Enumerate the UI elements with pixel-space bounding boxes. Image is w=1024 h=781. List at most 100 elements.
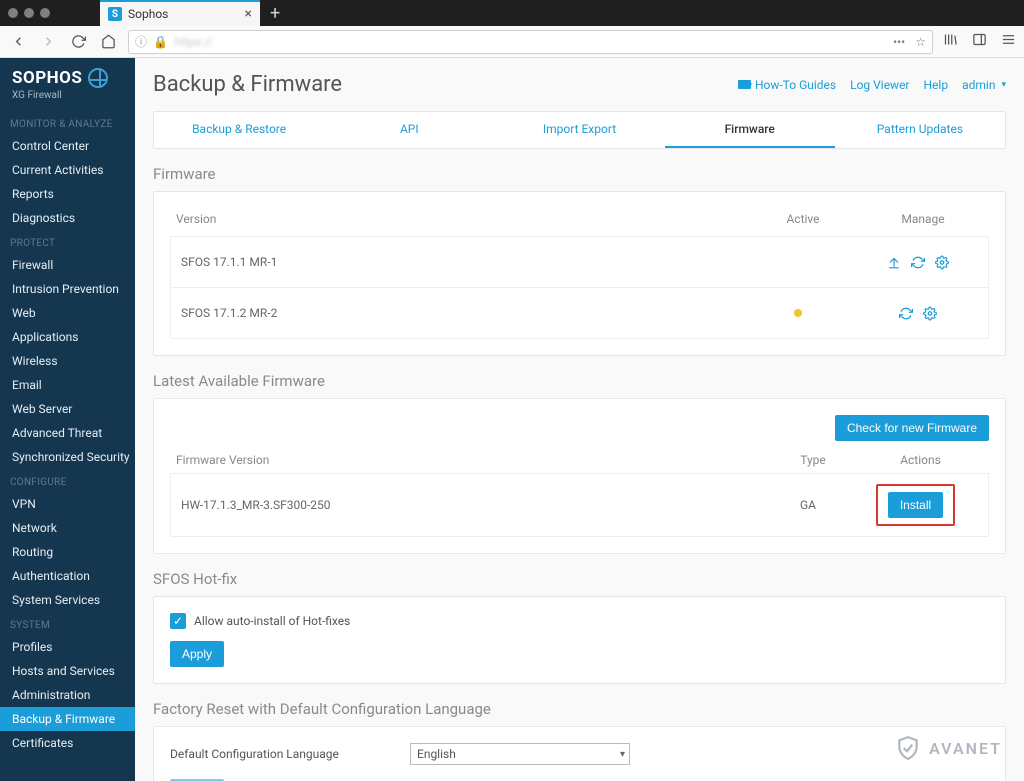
sidebar-item-administration[interactable]: Administration bbox=[0, 683, 135, 707]
url-text: https:// bbox=[174, 35, 213, 49]
menu-icon[interactable] bbox=[1001, 32, 1016, 51]
refresh-icon[interactable] bbox=[899, 306, 913, 320]
brand-text: SOPHOS bbox=[12, 68, 82, 88]
factory-label: Default Configuration Language bbox=[170, 747, 370, 761]
tab-pattern-updates[interactable]: Pattern Updates bbox=[835, 112, 1005, 148]
factory-panel: Default Configuration Language English A… bbox=[153, 726, 1006, 781]
link-howto[interactable]: How-To Guides bbox=[738, 78, 836, 92]
sidebar-item-sync-security[interactable]: Synchronized Security bbox=[0, 445, 135, 469]
sidebar-item-vpn[interactable]: VPN bbox=[0, 492, 135, 516]
col-active: Active bbox=[743, 212, 863, 226]
language-value: English bbox=[417, 747, 456, 761]
sidebar-item-wireless[interactable]: Wireless bbox=[0, 349, 135, 373]
table-row: SFOS 17.1.2 MR-2 bbox=[171, 288, 988, 338]
hotfix-apply-button[interactable]: Apply bbox=[170, 641, 224, 667]
factory-section-title: Factory Reset with Default Configuration… bbox=[153, 700, 1006, 718]
tab-import-export[interactable]: Import Export bbox=[494, 112, 664, 148]
window-max-icon[interactable] bbox=[40, 8, 50, 18]
latest-version: HW-17.1.3_MR-3.SF300-250 bbox=[181, 498, 763, 512]
window-controls[interactable] bbox=[8, 8, 50, 18]
sidebar-icon[interactable] bbox=[972, 32, 987, 51]
more-icon[interactable]: ••• bbox=[893, 35, 905, 49]
video-icon bbox=[738, 80, 751, 89]
brand-globe-icon bbox=[88, 68, 108, 88]
hotfix-panel: ✓ Allow auto-install of Hot-fixes Apply bbox=[153, 596, 1006, 684]
firmware-panel: Version Active Manage SFOS 17.1.1 MR-1 bbox=[153, 191, 1006, 356]
address-bar[interactable]: ⓘ 🔒 https:// ••• ☆ bbox=[128, 30, 933, 54]
gear-icon[interactable] bbox=[923, 306, 937, 320]
sidebar-item-routing[interactable]: Routing bbox=[0, 540, 135, 564]
brand-logo: SOPHOS bbox=[0, 58, 135, 90]
bookmark-icon[interactable]: ☆ bbox=[915, 35, 926, 49]
watermark: AVANET bbox=[895, 735, 1002, 761]
sidebar-item-certificates[interactable]: Certificates bbox=[0, 731, 135, 755]
sidebar-item-hosts-services[interactable]: Hosts and Services bbox=[0, 659, 135, 683]
sidebar-item-authentication[interactable]: Authentication bbox=[0, 564, 135, 588]
favicon-icon: S bbox=[108, 7, 122, 21]
sidebar-item-advanced-threat[interactable]: Advanced Threat bbox=[0, 421, 135, 445]
sidebar-section-configure: CONFIGURE bbox=[0, 469, 135, 492]
tab-backup-restore[interactable]: Backup & Restore bbox=[154, 112, 324, 148]
sidebar-item-firewall[interactable]: Firewall bbox=[0, 253, 135, 277]
sidebar-item-system-services[interactable]: System Services bbox=[0, 588, 135, 612]
col-actions: Actions bbox=[858, 453, 983, 467]
sidebar-section-system: SYSTEM bbox=[0, 612, 135, 635]
browser-navbar: ⓘ 🔒 https:// ••• ☆ bbox=[0, 26, 1024, 58]
sidebar-item-applications[interactable]: Applications bbox=[0, 325, 135, 349]
sidebar-item-control-center[interactable]: Control Center bbox=[0, 134, 135, 158]
install-highlight: Install bbox=[876, 484, 955, 526]
latest-section-title: Latest Available Firmware bbox=[153, 372, 1006, 390]
check-firmware-button[interactable]: Check for new Firmware bbox=[835, 415, 989, 441]
col-type: Type bbox=[768, 453, 858, 467]
col-fw-version: Firmware Version bbox=[176, 453, 768, 467]
sidebar-item-reports[interactable]: Reports bbox=[0, 182, 135, 206]
forward-icon[interactable] bbox=[38, 32, 58, 52]
refresh-icon[interactable] bbox=[911, 255, 925, 269]
active-indicator-icon bbox=[794, 309, 802, 317]
table-row: HW-17.1.3_MR-3.SF300-250 GA Install bbox=[170, 473, 989, 537]
back-icon[interactable] bbox=[8, 32, 28, 52]
tabs: Backup & Restore API Import Export Firmw… bbox=[153, 111, 1006, 149]
link-howto-label: How-To Guides bbox=[755, 78, 836, 92]
tab-close-icon[interactable]: × bbox=[245, 6, 252, 22]
sidebar-item-diagnostics[interactable]: Diagnostics bbox=[0, 206, 135, 230]
hotfix-checkbox-label: Allow auto-install of Hot-fixes bbox=[194, 614, 350, 628]
install-button[interactable]: Install bbox=[888, 492, 943, 518]
user-menu[interactable]: admin bbox=[962, 78, 1006, 92]
main-content: Backup & Firmware How-To Guides Log View… bbox=[135, 58, 1024, 781]
language-select[interactable]: English bbox=[410, 743, 630, 765]
window-close-icon[interactable] bbox=[8, 8, 18, 18]
sidebar-item-profiles[interactable]: Profiles bbox=[0, 635, 135, 659]
sidebar-item-web-server[interactable]: Web Server bbox=[0, 397, 135, 421]
lock-warning-icon: 🔒 bbox=[153, 35, 168, 49]
brand-product: XG Firewall bbox=[0, 90, 135, 111]
link-log-viewer[interactable]: Log Viewer bbox=[850, 78, 909, 92]
sidebar-section-monitor: MONITOR & ANALYZE bbox=[0, 111, 135, 134]
home-icon[interactable] bbox=[98, 32, 118, 52]
reload-icon[interactable] bbox=[68, 32, 88, 52]
sidebar: SOPHOS XG Firewall MONITOR & ANALYZE Con… bbox=[0, 58, 135, 781]
browser-tabbar: S Sophos × + bbox=[0, 0, 1024, 26]
link-help[interactable]: Help bbox=[924, 78, 949, 92]
window-min-icon[interactable] bbox=[24, 8, 34, 18]
sidebar-item-web[interactable]: Web bbox=[0, 301, 135, 325]
firmware-version: SFOS 17.1.2 MR-2 bbox=[181, 306, 738, 320]
latest-type: GA bbox=[763, 498, 853, 512]
firmware-active-cell bbox=[738, 306, 858, 320]
sidebar-item-current-activities[interactable]: Current Activities bbox=[0, 158, 135, 182]
sidebar-item-network[interactable]: Network bbox=[0, 516, 135, 540]
library-icon[interactable] bbox=[943, 32, 958, 51]
gear-icon[interactable] bbox=[935, 255, 949, 269]
sidebar-item-intrusion[interactable]: Intrusion Prevention bbox=[0, 277, 135, 301]
sidebar-item-email[interactable]: Email bbox=[0, 373, 135, 397]
tab-firmware[interactable]: Firmware bbox=[665, 112, 835, 148]
sidebar-item-backup-firmware[interactable]: Backup & Firmware bbox=[0, 707, 135, 731]
tab-api[interactable]: API bbox=[324, 112, 494, 148]
firmware-section-title: Firmware bbox=[153, 165, 1006, 183]
hotfix-checkbox[interactable]: ✓ bbox=[170, 613, 186, 629]
upload-icon[interactable] bbox=[887, 255, 901, 269]
browser-tab[interactable]: S Sophos × bbox=[100, 0, 260, 26]
new-tab-button[interactable]: + bbox=[260, 3, 290, 24]
page-title: Backup & Firmware bbox=[153, 72, 342, 97]
firmware-version: SFOS 17.1.1 MR-1 bbox=[181, 255, 738, 269]
